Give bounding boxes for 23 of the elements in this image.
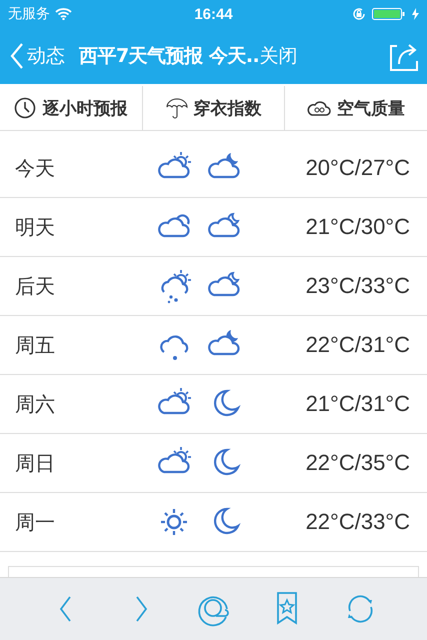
temperature-range: 22°C/31°C <box>306 332 410 358</box>
carrier-name: 无服务 <box>8 5 50 23</box>
umbrella-icon <box>166 97 188 119</box>
day-label: 今天 <box>15 154 56 182</box>
day-label: 周六 <box>15 390 56 418</box>
page-title: 西平7天气预报 今天.. <box>79 44 260 69</box>
day-label: 周一 <box>15 508 56 536</box>
battery-icon <box>372 8 406 20</box>
temperature-range: 23°C/33°C <box>306 273 410 299</box>
clock-icon <box>14 97 36 119</box>
day-label: 后天 <box>15 272 56 300</box>
temperature-range: 22°C/35°C <box>306 450 410 476</box>
day-label: 周五 <box>15 332 56 358</box>
day-label: 周日 <box>15 450 56 476</box>
wifi-icon <box>55 8 72 20</box>
temperature-range: 21°C/31°C <box>306 391 410 417</box>
temperature-range: 20°C/27°C <box>306 155 410 181</box>
rotation-lock-icon <box>352 7 366 21</box>
temperature-range: 22°C/33°C <box>306 509 410 535</box>
clock-time: 16:44 <box>194 6 233 22</box>
temperature-range: 21°C/30°C <box>306 214 410 240</box>
day-label: 明天 <box>15 214 56 240</box>
charging-bolt-icon <box>412 8 419 20</box>
